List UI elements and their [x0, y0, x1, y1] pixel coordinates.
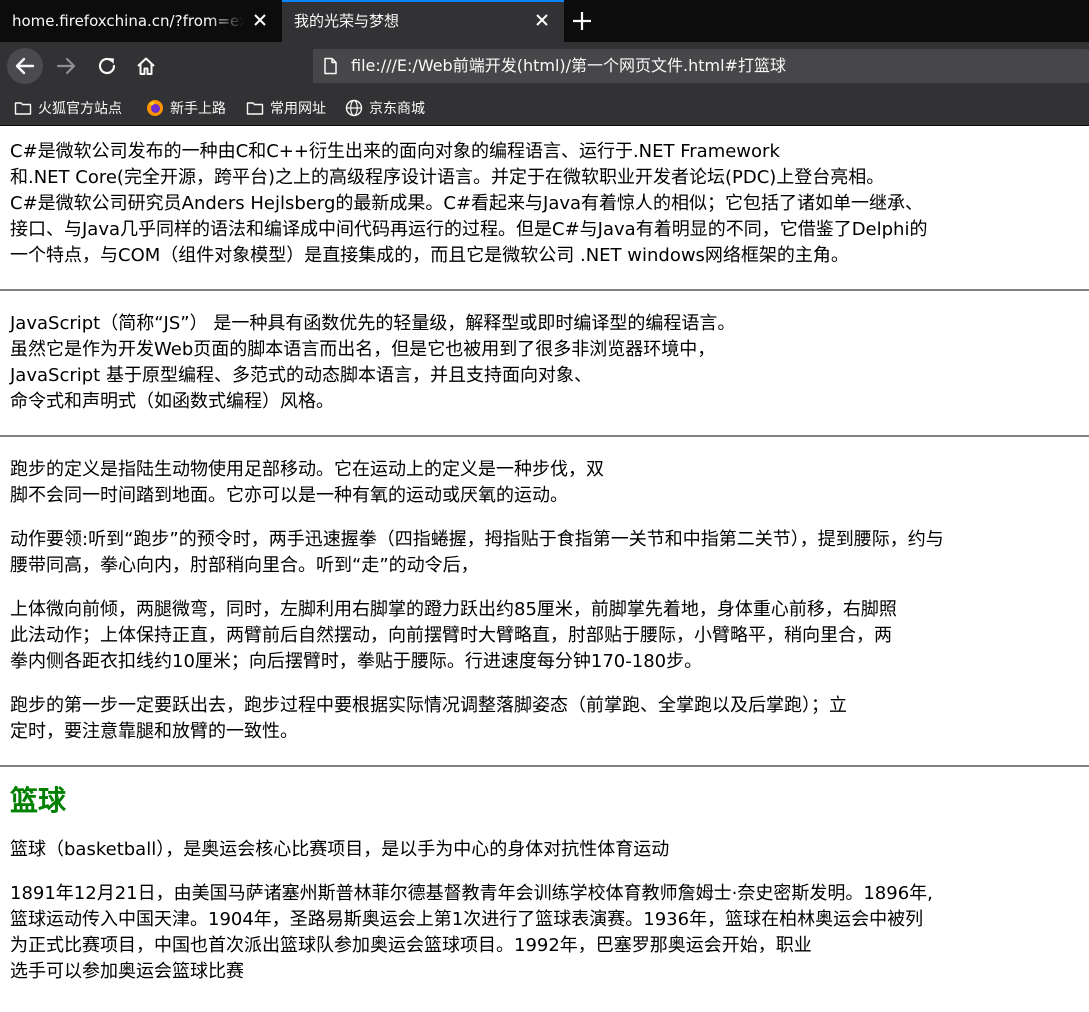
tab-title: home.firefoxchina.cn/?from=extra_start: [12, 12, 244, 30]
text-line: C#是微软公司研究员Anders Hejlsberg的最新成果。C#看起来与Ja…: [10, 193, 924, 214]
text-line: 此法动作；上体保持正直，两臂前后自然摆动，向前摆臂时大臂略直，肘部贴于腰际，小臂…: [10, 625, 892, 646]
address-bar[interactable]: file:///E:/Web前端开发(html)/第一个网页文件.html#打篮…: [313, 49, 1089, 83]
text-line: JavaScript 基于原型编程、多范式的动态脚本语言，并且支持面向对象、: [10, 365, 592, 386]
horizontal-rule: [0, 435, 1089, 437]
horizontal-rule: [0, 765, 1089, 767]
text-line: 篮球（basketball），是奥运会核心比赛项目，是以手为中心的身体对抗性体育…: [10, 839, 670, 860]
bookmark-jd-mall[interactable]: 京东商城: [345, 90, 425, 126]
reload-icon: [98, 57, 116, 75]
javascript-paragraph: JavaScript（简称“JS”） 是一种具有函数优先的轻量级，解释型或即时编…: [10, 311, 1085, 415]
csharp-paragraph: C#是微软公司发布的一种由C和C++衍生出来的面向对象的编程语言、运行于.NET…: [10, 139, 1085, 269]
text-line: 跑步的定义是指陆生动物使用足部移动。它在运动上的定义是一种步伐，双: [10, 459, 604, 480]
basketball-intro-paragraph: 篮球（basketball），是奥运会核心比赛项目，是以手为中心的身体对抗性体育…: [10, 837, 1085, 863]
globe-icon: [345, 99, 363, 117]
close-icon[interactable]: [252, 12, 268, 28]
back-arrow-icon: [15, 57, 35, 75]
tab-title: 我的光荣与梦想: [294, 12, 400, 30]
home-button[interactable]: [130, 50, 162, 82]
text-line: 命令式和声明式（如函数式编程）风格。: [10, 391, 334, 412]
new-tab-icon[interactable]: [570, 9, 594, 33]
text-line: 一个特点，与COM（组件对象模型）是直接集成的，而且它是微软公司 .NET wi…: [10, 245, 849, 266]
close-icon[interactable]: [534, 12, 550, 28]
tab-bar: home.firefoxchina.cn/?from=extra_start 我…: [0, 0, 1089, 42]
url-text[interactable]: file:///E:/Web前端开发(html)/第一个网页文件.html#打篮…: [351, 49, 786, 83]
text-line: 动作要领:听到“跑步”的预令时，两手迅速握拳（四指蜷握，拇指贴于食指第一关节和中…: [10, 529, 944, 550]
page-icon: [324, 57, 337, 75]
text-line: 脚不会同一时间踏到地面。它亦可以是一种有氧的运动或厌氧的运动。: [10, 485, 568, 506]
running-first-step-paragraph: 跑步的第一步一定要跃出去，跑步过程中要根据实际情况调整落脚姿态（前掌跑、全掌跑以…: [10, 693, 1085, 745]
page-content: C#是微软公司发布的一种由C和C++衍生出来的面向对象的编程语言、运行于.NET…: [0, 127, 1089, 1012]
text-line: 为正式比赛项目，中国也首次派出篮球队参加奥运会篮球项目。1992年，巴塞罗那奥运…: [10, 935, 812, 956]
bookmark-firefox-official[interactable]: 火狐官方站点: [14, 90, 122, 126]
text-line: 选手可以参加奥运会篮球比赛: [10, 961, 244, 982]
home-icon: [137, 57, 155, 75]
bookmark-common-sites[interactable]: 常用网址: [246, 90, 326, 126]
bookmark-label: 新手上路: [170, 101, 226, 117]
horizontal-rule: [0, 289, 1089, 291]
bookmarks-toolbar: 火狐官方站点 新手上路 常用网址 京东商城: [0, 90, 1089, 126]
running-posture-paragraph: 上体微向前倾，两腿微弯，同时，左脚利用右脚掌的蹬力跃出约85厘米，前脚掌先着地，…: [10, 597, 1085, 675]
basketball-heading: 篮球: [10, 784, 67, 817]
navigation-toolbar: file:///E:/Web前端开发(html)/第一个网页文件.html#打篮…: [0, 42, 1089, 90]
text-line: 虽然它是作为开发Web页面的脚本语言而出名，但是它也被用到了很多非浏览器环境中，: [10, 339, 716, 360]
folder-icon: [14, 102, 32, 115]
text-line: 拳内侧各距衣扣线约10厘米；向后摆臂时，拳贴于腰际。行进速度每分钟170-180…: [10, 651, 703, 672]
running-definition-paragraph: 跑步的定义是指陆生动物使用足部移动。它在运动上的定义是一种步伐，双 脚不会同一时…: [10, 457, 1085, 509]
text-line: 接口、与Java几乎同样的语法和编译成中间代码再运行的过程。但是C#与Java有…: [10, 219, 928, 240]
folder-icon: [246, 102, 264, 115]
bookmark-label: 火狐官方站点: [38, 101, 122, 117]
text-line: 上体微向前倾，两腿微弯，同时，左脚利用右脚掌的蹬力跃出约85厘米，前脚掌先着地，…: [10, 599, 897, 620]
text-line: 定时，要注意靠腿和放臂的一致性。: [10, 721, 298, 742]
reload-button[interactable]: [91, 50, 123, 82]
back-button[interactable]: [7, 48, 43, 84]
forward-arrow-icon: [56, 57, 76, 75]
bookmark-label: 常用网址: [270, 101, 326, 117]
text-line: 跑步的第一步一定要跃出去，跑步过程中要根据实际情况调整落脚姿态（前掌跑、全掌跑以…: [10, 695, 847, 716]
text-line: C#是微软公司发布的一种由C和C++衍生出来的面向对象的编程语言、运行于.NET…: [10, 141, 780, 162]
text-line: JavaScript（简称“JS”） 是一种具有函数优先的轻量级，解释型或即时编…: [10, 313, 736, 334]
text-line: 腰带同高，拳心向内，肘部稍向里合。听到“走”的动令后，: [10, 555, 479, 576]
bookmark-getting-started[interactable]: 新手上路: [146, 90, 226, 126]
firefox-icon: [147, 100, 163, 116]
text-line: 1891年12月21日，由美国马萨诸塞州斯普林菲尔德基督教青年会训练学校体育教师…: [10, 883, 933, 904]
text-line: 和.NET Core(完全开源，跨平台)之上的高级程序设计语言。并定于在微软职业…: [10, 167, 885, 188]
tab-current[interactable]: 我的光荣与梦想: [282, 0, 564, 42]
forward-button[interactable]: [50, 50, 82, 82]
tab-firefoxchina[interactable]: home.firefoxchina.cn/?from=extra_start: [0, 0, 282, 42]
bookmark-label: 京东商城: [369, 101, 425, 117]
text-line: 篮球运动传入中国天津。1904年，圣路易斯奥运会上第1次进行了篮球表演赛。193…: [10, 909, 924, 930]
basketball-history-paragraph: 1891年12月21日，由美国马萨诸塞州斯普林菲尔德基督教青年会训练学校体育教师…: [10, 881, 1085, 985]
running-essentials-paragraph: 动作要领:听到“跑步”的预令时，两手迅速握拳（四指蜷握，拇指贴于食指第一关节和中…: [10, 527, 1085, 579]
